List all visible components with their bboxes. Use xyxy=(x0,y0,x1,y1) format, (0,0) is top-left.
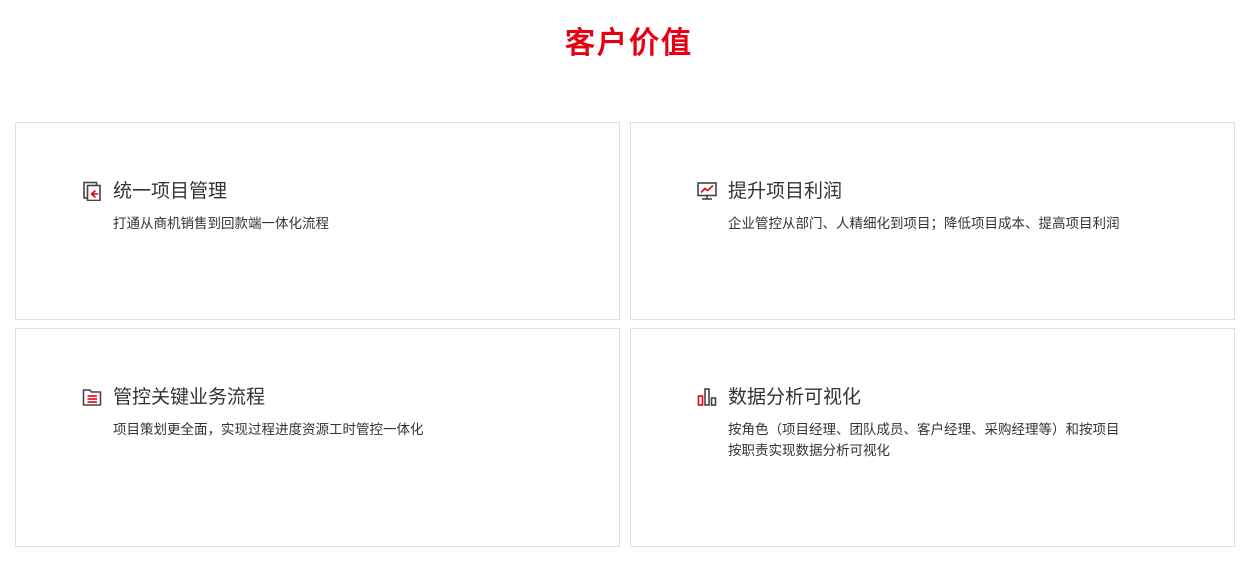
card-header: 数据分析可视化 xyxy=(697,384,861,410)
card-title: 统一项目管理 xyxy=(113,180,228,202)
card-description: 项目策划更全面，实现过程进度资源工时管控一体化 xyxy=(113,420,563,441)
value-card-unified-project-management: 统一项目管理 打通从商机销售到回款端一体化流程 xyxy=(15,122,620,320)
card-description-line: 项目策划更全面，实现过程进度资源工时管控一体化 xyxy=(113,422,424,438)
bar-chart-icon xyxy=(697,387,717,407)
value-card-control-key-processes: 管控关键业务流程 项目策划更全面，实现过程进度资源工时管控一体化 xyxy=(15,328,620,547)
card-header: 管控关键业务流程 xyxy=(82,384,265,410)
card-description: 打通从商机销售到回款端一体化流程 xyxy=(113,214,563,235)
monitor-chart-icon xyxy=(697,181,717,201)
card-title: 提升项目利润 xyxy=(728,180,843,202)
card-header: 统一项目管理 xyxy=(82,178,227,204)
card-description: 按角色（项目经理、团队成员、客户经理、采购经理等）和按项目 按职责实现数据分析可… xyxy=(728,420,1178,462)
value-cards: 统一项目管理 打通从商机销售到回款端一体化流程 提升项目利润 企业管控从部门、人… xyxy=(15,122,1235,547)
card-description: 企业管控从部门、人精细化到项目；降低项目成本、提高项目利润 xyxy=(728,214,1178,235)
card-header: 提升项目利润 xyxy=(697,178,842,204)
card-description-line: 按职责实现数据分析可视化 xyxy=(728,443,890,459)
value-card-data-visualization: 数据分析可视化 按角色（项目经理、团队成员、客户经理、采购经理等）和按项目 按职… xyxy=(630,328,1235,547)
card-title: 数据分析可视化 xyxy=(728,386,862,408)
document-arrow-icon xyxy=(82,181,102,201)
value-card-improve-project-profit: 提升项目利润 企业管控从部门、人精细化到项目；降低项目成本、提高项目利润 xyxy=(630,122,1235,320)
section-title: 客户价值 xyxy=(565,26,693,61)
card-description-line: 打通从商机销售到回款端一体化流程 xyxy=(113,216,329,232)
folder-list-icon xyxy=(82,387,102,407)
card-description-line: 企业管控从部门、人精细化到项目；降低项目成本、提高项目利润 xyxy=(728,216,1120,232)
card-title: 管控关键业务流程 xyxy=(113,386,266,408)
card-description-line: 按角色（项目经理、团队成员、客户经理、采购经理等）和按项目 xyxy=(728,422,1120,438)
